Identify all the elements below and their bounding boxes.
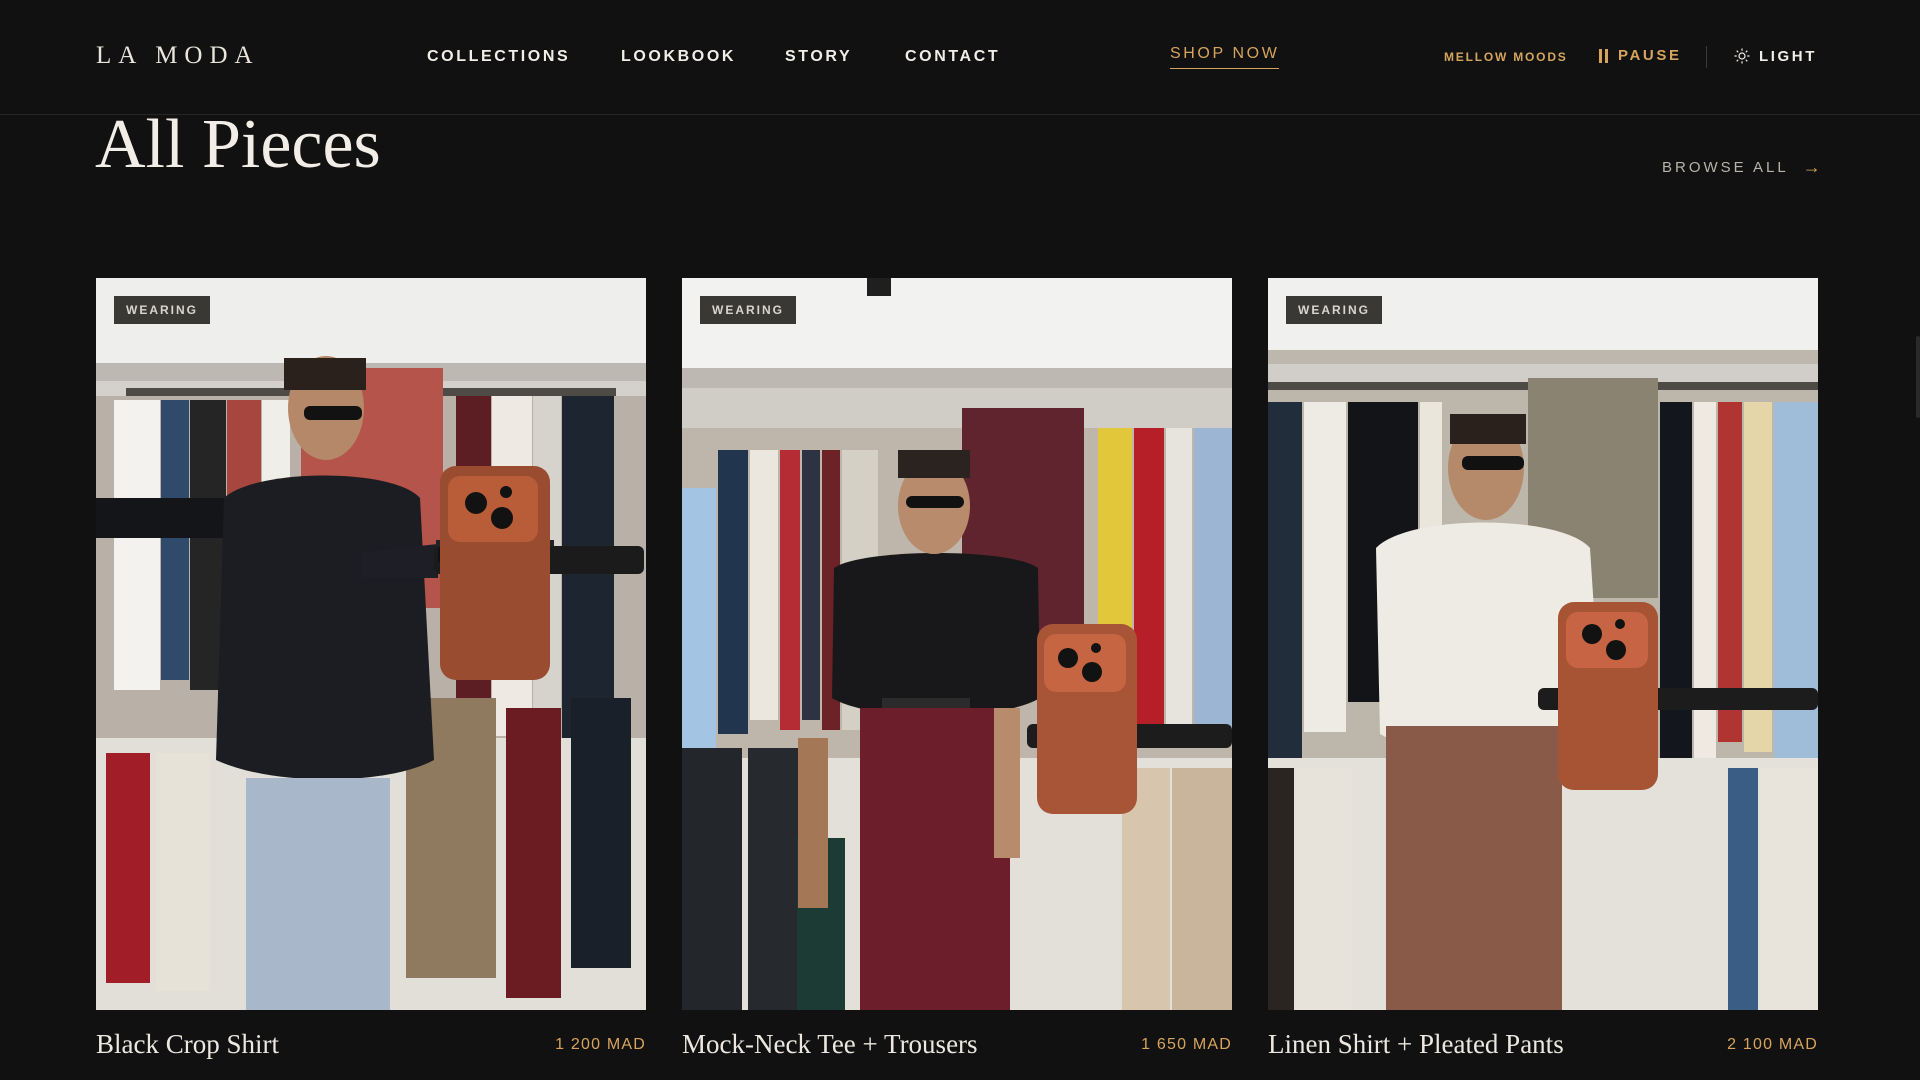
product-photo[interactable]: WEARING: [96, 278, 646, 1010]
product-price: 1 650 MAD: [1141, 1036, 1232, 1053]
product-image: [682, 278, 1232, 1010]
pause-button[interactable]: PAUSE: [1598, 47, 1682, 64]
product-image: [1268, 278, 1818, 1010]
brand-logo[interactable]: LA MODA: [96, 42, 260, 70]
site-header: LA MODA COLLECTIONS LOOKBOOK STORY CONTA…: [0, 0, 1920, 115]
light-label: LIGHT: [1759, 47, 1817, 65]
product-name[interactable]: Linen Shirt + Pleated Pants: [1268, 1029, 1564, 1060]
product-price: 2 100 MAD: [1727, 1036, 1818, 1053]
nav-story[interactable]: STORY: [785, 48, 852, 66]
scrollbar-thumb[interactable]: [1916, 336, 1920, 418]
product-photo[interactable]: WEARING: [1268, 278, 1818, 1010]
light-mode-toggle[interactable]: LIGHT: [1733, 47, 1817, 65]
wearing-badge: WEARING: [1286, 296, 1382, 324]
nav-contact[interactable]: CONTACT: [905, 48, 1000, 66]
product-price: 1 200 MAD: [555, 1036, 646, 1053]
wearing-badge: WEARING: [700, 296, 796, 324]
browse-all-link[interactable]: BROWSE ALL →: [1662, 157, 1824, 178]
header-divider: [1706, 46, 1707, 68]
product-name[interactable]: Mock-Neck Tee + Trousers: [682, 1029, 978, 1060]
pause-label: PAUSE: [1618, 47, 1682, 64]
product-grid: WEARING Black Crop Shirt 1 200 MAD WEARI…: [96, 278, 1818, 1080]
nav-lookbook[interactable]: LOOKBOOK: [621, 48, 736, 66]
music-mood-label: MELLOW MOODS: [1444, 50, 1568, 64]
product-card[interactable]: WEARING Mock-Neck Tee + Trousers 1 650 M…: [682, 278, 1232, 1080]
wearing-badge: WEARING: [114, 296, 210, 324]
arrow-right-icon: →: [1802, 157, 1824, 177]
product-name[interactable]: Black Crop Shirt: [96, 1029, 279, 1060]
pause-icon: [1598, 48, 1610, 63]
browse-all-label: BROWSE ALL: [1662, 159, 1789, 176]
section-title: All Pieces: [95, 106, 381, 183]
sun-icon: [1734, 48, 1750, 64]
product-card[interactable]: WEARING Linen Shirt + Pleated Pants 2 10…: [1268, 278, 1818, 1080]
product-image: [96, 278, 646, 1010]
product-card[interactable]: WEARING Black Crop Shirt 1 200 MAD: [96, 278, 646, 1080]
shop-now-link[interactable]: SHOP NOW: [1170, 45, 1280, 69]
product-photo[interactable]: WEARING: [682, 278, 1232, 1010]
nav-collections[interactable]: COLLECTIONS: [427, 48, 570, 66]
